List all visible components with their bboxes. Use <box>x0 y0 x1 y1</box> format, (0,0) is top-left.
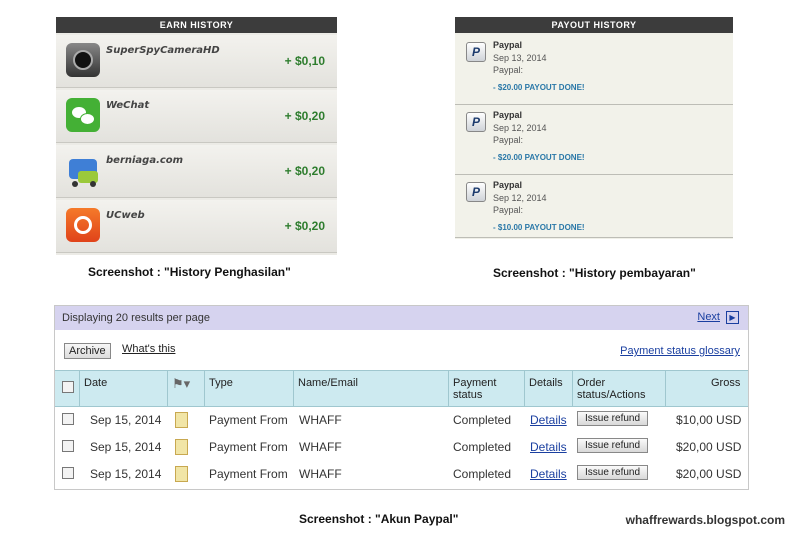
ucweb-app-icon <box>66 208 100 242</box>
next-arrow-icon[interactable]: ▶ <box>726 311 739 324</box>
row-checkbox[interactable] <box>62 467 74 479</box>
payment-status-column-header[interactable]: Payment status <box>448 371 525 406</box>
issue-refund-button[interactable]: Issue refund <box>577 465 649 480</box>
earn-item-wechat[interactable]: WeChat + $0,20 <box>56 90 337 143</box>
paypal-icon: P <box>466 112 486 132</box>
select-all-checkbox[interactable] <box>62 381 74 393</box>
row-checkbox[interactable] <box>62 440 74 452</box>
earn-amount: + $0,20 <box>284 164 325 178</box>
row-name: WHAFF <box>299 413 342 427</box>
earn-item-ucweb[interactable]: UCweb + $0,20 <box>56 200 337 253</box>
earn-amount: + $0,20 <box>284 219 325 233</box>
payout-status: - $20.00 PAYOUT DONE! <box>493 83 585 92</box>
type-column-header[interactable]: Type <box>204 371 294 406</box>
note-icon[interactable] <box>175 412 188 428</box>
payout-method: Paypal <box>493 180 523 190</box>
row-status: Completed <box>453 440 512 454</box>
note-icon[interactable] <box>175 439 188 455</box>
name-column-header[interactable]: Name/Email <box>293 371 449 406</box>
payout-label: Paypal: <box>493 205 524 215</box>
row-gross: $20,00 USD <box>676 467 742 481</box>
row-gross: $20,00 USD <box>676 440 742 454</box>
gross-column-header[interactable]: Gross <box>665 371 748 406</box>
row-checkbox[interactable] <box>62 413 74 425</box>
issue-refund-button[interactable]: Issue refund <box>577 411 649 426</box>
row-date: Sep 15, 2014 <box>90 413 162 427</box>
payout-item[interactable]: P Paypal Sep 13, 2014 Paypal: - $20.00 P… <box>455 35 733 105</box>
whats-this-link[interactable]: What's this <box>122 343 175 355</box>
archive-button[interactable]: Archive <box>64 343 111 359</box>
results-bar: Displaying 20 results per page Next ▶ <box>55 306 748 330</box>
row-date: Sep 15, 2014 <box>90 467 162 481</box>
date-column-header[interactable]: Date <box>79 371 168 406</box>
next-page-link[interactable]: Next <box>697 311 720 323</box>
earn-item-berniaga[interactable]: berniaga.com + $0,20 <box>56 145 337 198</box>
site-watermark: whaffrewards.blogspot.com <box>625 513 785 527</box>
details-link[interactable]: Details <box>530 440 567 454</box>
payout-history-panel: PAYOUT HISTORY P Paypal Sep 13, 2014 Pay… <box>455 17 733 239</box>
row-type: Payment From <box>209 467 288 481</box>
table-header: Date ⚑▾ Type Name/Email Payment status D… <box>55 370 748 407</box>
payout-method: Paypal <box>493 40 523 50</box>
results-per-page-text: Displaying 20 results per page <box>62 312 210 324</box>
payout-method: Paypal <box>493 110 523 120</box>
payout-status: - $20.00 PAYOUT DONE! <box>493 153 585 162</box>
note-icon[interactable] <box>175 466 188 482</box>
payout-history-title: PAYOUT HISTORY <box>455 17 733 33</box>
payout-date: Sep 12, 2014 <box>493 193 547 203</box>
payout-item[interactable]: P Paypal Sep 12, 2014 Paypal: - $20.00 P… <box>455 105 733 175</box>
details-link[interactable]: Details <box>530 467 567 481</box>
camera-app-icon <box>66 43 100 77</box>
row-date: Sep 15, 2014 <box>90 440 162 454</box>
issue-refund-button[interactable]: Issue refund <box>577 438 649 453</box>
details-link[interactable]: Details <box>530 413 567 427</box>
earn-app-name: SuperSpyCameraHD <box>106 45 220 56</box>
order-status-column-header: Order status/Actions <box>572 371 666 406</box>
payout-item[interactable]: P Paypal Sep 12, 2014 Paypal: - $10.00 P… <box>455 175 733 238</box>
paypal-icon: P <box>466 182 486 202</box>
earn-amount: + $0,20 <box>284 109 325 123</box>
paypal-caption: Screenshot : "Akun Paypal" <box>299 512 459 526</box>
row-type: Payment From <box>209 413 288 427</box>
payout-date: Sep 13, 2014 <box>493 53 547 63</box>
earn-history-title: EARN HISTORY <box>56 17 337 33</box>
payout-date: Sep 12, 2014 <box>493 123 547 133</box>
row-type: Payment From <box>209 440 288 454</box>
earn-amount: + $0,10 <box>284 54 325 68</box>
payout-label: Paypal: <box>493 135 524 145</box>
payment-status-glossary-link[interactable]: Payment status glossary <box>620 345 740 357</box>
payout-label: Paypal: <box>493 65 524 75</box>
earn-history-panel: EARN HISTORY SuperSpyCameraHD + $0,10 We… <box>56 17 337 255</box>
berniaga-app-icon <box>66 153 100 187</box>
payout-history-caption: Screenshot : "History pembayaran" <box>493 266 696 280</box>
paypal-icon: P <box>466 42 486 62</box>
flag-icon: ⚑▾ <box>172 376 191 391</box>
earn-app-name: berniaga.com <box>106 155 184 166</box>
row-status: Completed <box>453 413 512 427</box>
row-name: WHAFF <box>299 440 342 454</box>
table-row: Sep 15, 2014 Payment From WHAFF Complete… <box>55 460 748 487</box>
row-gross: $10,00 USD <box>676 413 742 427</box>
select-all-column <box>55 371 80 406</box>
row-status: Completed <box>453 467 512 481</box>
flag-filter-header[interactable]: ⚑▾ <box>167 371 205 406</box>
table-row: Sep 15, 2014 Payment From WHAFF Complete… <box>55 433 748 460</box>
earn-item-superspycamera[interactable]: SuperSpyCameraHD + $0,10 <box>56 35 337 88</box>
paypal-transactions-panel: Displaying 20 results per page Next ▶ Ar… <box>54 305 749 490</box>
earn-history-caption: Screenshot : "History Penghasilan" <box>88 265 291 279</box>
table-row: Sep 15, 2014 Payment From WHAFF Complete… <box>55 406 748 433</box>
earn-app-name: WeChat <box>106 100 150 111</box>
payout-status: - $10.00 PAYOUT DONE! <box>493 223 585 232</box>
wechat-app-icon <box>66 98 100 132</box>
earn-app-name: UCweb <box>106 210 145 221</box>
row-name: WHAFF <box>299 467 342 481</box>
details-column-header: Details <box>524 371 573 406</box>
